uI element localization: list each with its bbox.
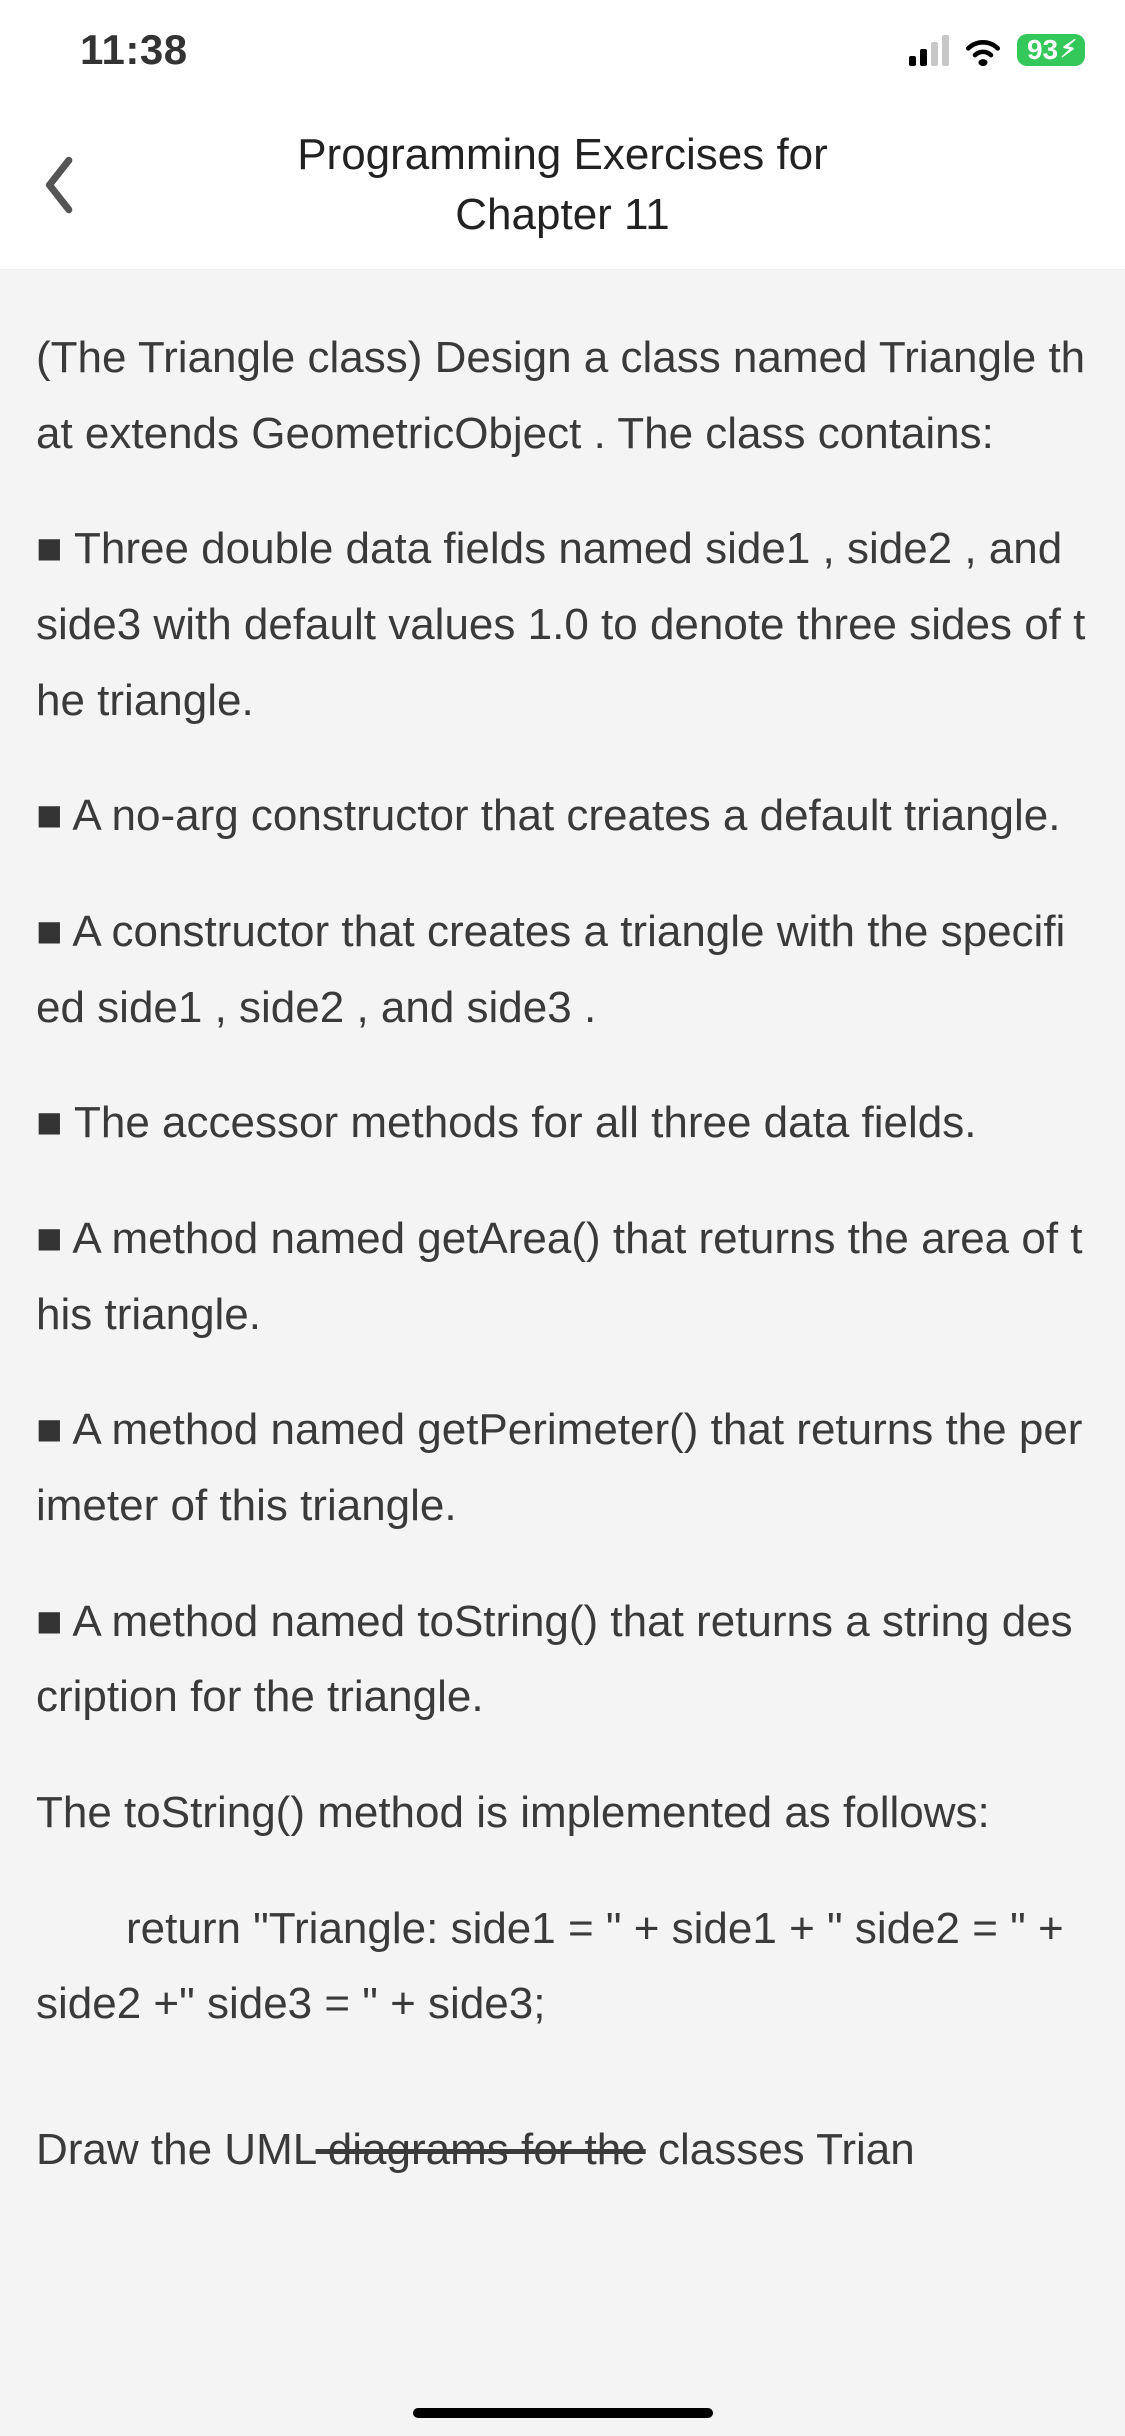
final-struck: diagrams for the xyxy=(316,2125,646,2174)
impl-intro: The toString() method is implemented as … xyxy=(36,1775,1089,1851)
bullet-item: A no-arg constructor that creates a defa… xyxy=(36,778,1089,854)
bullet-item: A constructor that creates a triangle wi… xyxy=(36,894,1089,1045)
final-pre: Draw the UML xyxy=(36,2125,316,2174)
battery-percent: 93 xyxy=(1027,36,1058,64)
charging-bolt-icon: ⚡︎ xyxy=(1060,38,1077,62)
content-area: (The Triangle class) Design a class name… xyxy=(0,270,1125,2436)
status-time: 11:38 xyxy=(80,26,188,74)
page-title-line1: Programming Exercises for xyxy=(0,125,1125,184)
bullet-item: A method named toString() that returns a… xyxy=(36,1584,1089,1735)
back-button[interactable] xyxy=(30,155,90,215)
final-paragraph: Draw the UML diagrams for the classes Tr… xyxy=(36,2112,1089,2188)
bullet-item: A method named getArea() that returns th… xyxy=(36,1201,1089,1352)
page-title-line2: Chapter 11 xyxy=(0,185,1125,244)
status-bar: 11:38 93⚡︎ xyxy=(0,0,1125,100)
cellular-signal-icon xyxy=(909,34,949,66)
final-post: classes Trian xyxy=(646,2125,915,2174)
bullet-item: The accessor methods for all three data … xyxy=(36,1085,1089,1161)
battery-badge: 93⚡︎ xyxy=(1017,34,1085,66)
status-icons: 93⚡︎ xyxy=(909,34,1085,66)
chevron-left-icon xyxy=(42,155,78,215)
wifi-icon xyxy=(961,34,1005,66)
home-indicator[interactable] xyxy=(413,2408,713,2418)
bullet-item: Three double data fields named side1 , s… xyxy=(36,511,1089,738)
intro-paragraph: (The Triangle class) Design a class name… xyxy=(36,320,1089,471)
nav-bar: Programming Exercises for Chapter 11 xyxy=(0,100,1125,270)
code-line: return "Triangle: side1 = " + side1 + " … xyxy=(36,1891,1089,2042)
bullet-item: A method named getPerimeter() that retur… xyxy=(36,1392,1089,1543)
